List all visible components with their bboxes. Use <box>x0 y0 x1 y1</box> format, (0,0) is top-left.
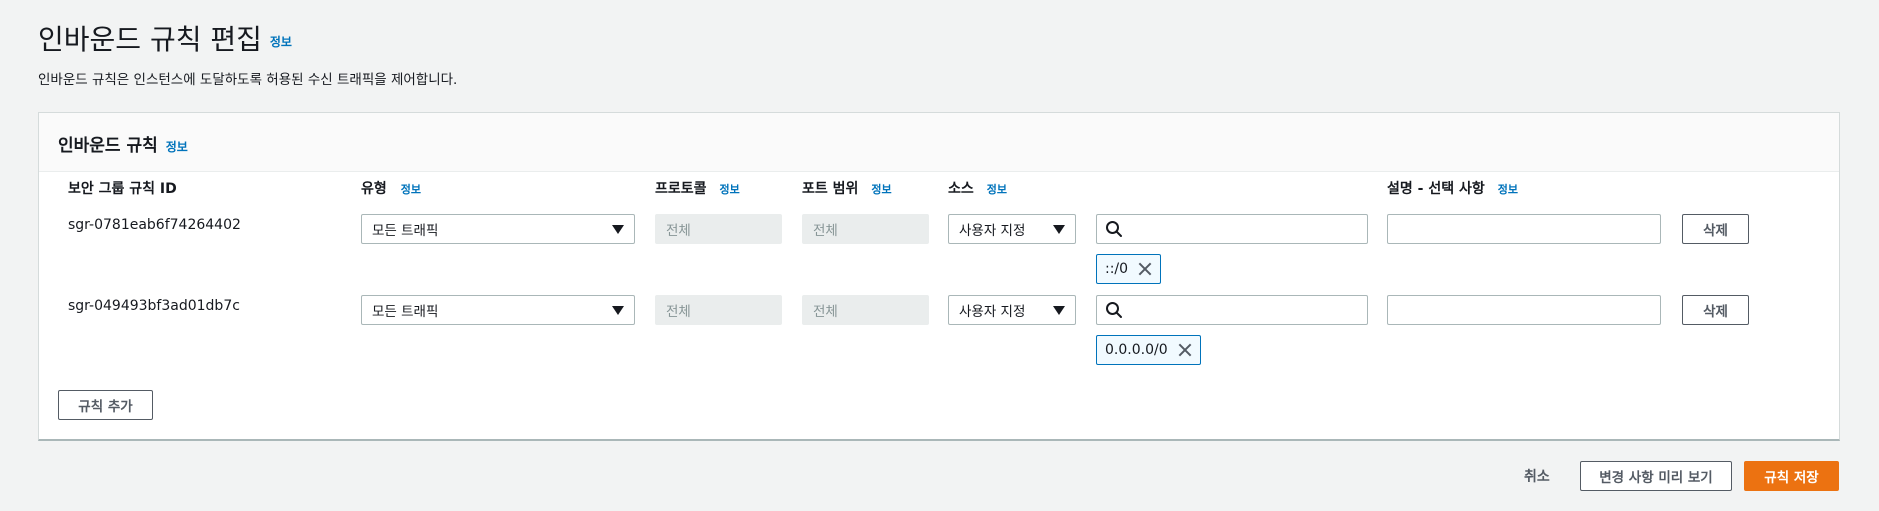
inbound-rules-panel: 인바운드 규칙 정보 보안 그룹 규칙 ID 유형 정보 프로토콜 정보 포트 범위 정… <box>38 112 1840 441</box>
col-header-type: 유형 정보 <box>361 178 421 198</box>
col-header-source: 소스 정보 <box>948 178 1007 198</box>
rule-id: sgr-0781eab6f74264402 <box>68 217 241 233</box>
col-header-protocol-label: 프로토콜 <box>655 181 707 197</box>
preview-changes-button[interactable]: 변경 사항 미리 보기 <box>1580 461 1732 491</box>
col-header-type-label: 유형 <box>361 181 387 197</box>
protocol-field: 전체 <box>655 214 782 244</box>
panel-title: 인바운드 규칙 정보 <box>58 131 188 156</box>
type-select[interactable]: 모든 트래픽 <box>361 214 635 244</box>
source-info-link[interactable]: 정보 <box>987 183 1007 196</box>
description-info-link[interactable]: 정보 <box>1498 183 1518 196</box>
col-header-port-range: 포트 범위 정보 <box>802 178 892 198</box>
description-field[interactable] <box>1387 214 1661 244</box>
source-search-field[interactable] <box>1096 214 1368 244</box>
port-range-field: 전체 <box>802 295 929 325</box>
col-header-source-label: 소스 <box>948 181 974 197</box>
col-header-port-range-label: 포트 범위 <box>802 181 859 197</box>
col-header-rule-id-label: 보안 그룹 규칙 ID <box>68 181 177 197</box>
cancel-button[interactable]: 취소 <box>1524 466 1550 486</box>
caret-down-icon <box>1053 224 1065 234</box>
description-input[interactable] <box>1396 296 1652 324</box>
search-icon <box>1106 221 1122 237</box>
source-token: ::/0 <box>1096 254 1162 284</box>
protocol-info-link[interactable]: 정보 <box>720 183 740 196</box>
panel-info-link[interactable]: 정보 <box>166 140 188 154</box>
save-rules-button[interactable]: 규칙 저장 <box>1744 461 1839 491</box>
source-search-input[interactable] <box>1123 296 1367 324</box>
page-info-link[interactable]: 정보 <box>270 35 292 49</box>
panel-header: 인바운드 규칙 정보 <box>39 113 1839 172</box>
port-range-info-link[interactable]: 정보 <box>871 183 891 196</box>
source-token: 0.0.0.0/0 <box>1096 335 1201 365</box>
source-type-select-value: 사용자 지정 <box>959 223 1026 239</box>
col-header-rule-id: 보안 그룹 규칙 ID <box>68 178 177 198</box>
page-title-text: 인바운드 규칙 편집 <box>38 23 262 56</box>
close-icon[interactable] <box>1178 343 1192 357</box>
page-title: 인바운드 규칙 편집 정보 <box>38 18 292 58</box>
col-header-protocol: 프로토콜 정보 <box>655 178 740 198</box>
delete-rule-button[interactable]: 삭제 <box>1682 214 1749 244</box>
add-rule-button[interactable]: 규칙 추가 <box>58 390 153 420</box>
caret-down-icon <box>612 305 624 315</box>
source-type-select-value: 사용자 지정 <box>959 304 1026 320</box>
delete-rule-button[interactable]: 삭제 <box>1682 295 1749 325</box>
panel-title-text: 인바운드 규칙 <box>58 136 158 156</box>
type-select[interactable]: 모든 트래픽 <box>361 295 635 325</box>
col-header-description-label: 설명 - 선택 사항 <box>1387 181 1485 197</box>
source-search-input[interactable] <box>1123 215 1367 243</box>
close-icon[interactable] <box>1138 262 1152 276</box>
page-description: 인바운드 규칙은 인스턴스에 도달하도록 허용된 수신 트래픽을 제어합니다. <box>38 72 458 88</box>
description-input[interactable] <box>1396 215 1652 243</box>
source-token-label: 0.0.0.0/0 <box>1105 342 1168 358</box>
source-search-field[interactable] <box>1096 295 1368 325</box>
source-type-select[interactable]: 사용자 지정 <box>948 295 1076 325</box>
source-type-select[interactable]: 사용자 지정 <box>948 214 1076 244</box>
port-range-field: 전체 <box>802 214 929 244</box>
type-info-link[interactable]: 정보 <box>401 183 421 196</box>
type-select-value: 모든 트래픽 <box>372 304 439 320</box>
description-field[interactable] <box>1387 295 1661 325</box>
type-select-value: 모든 트래픽 <box>372 223 439 239</box>
source-token-label: ::/0 <box>1105 261 1129 277</box>
col-header-description: 설명 - 선택 사항 정보 <box>1387 178 1518 198</box>
caret-down-icon <box>1053 305 1065 315</box>
search-icon <box>1106 302 1122 318</box>
protocol-field: 전체 <box>655 295 782 325</box>
rule-id: sgr-049493bf3ad01db7c <box>68 298 240 314</box>
caret-down-icon <box>612 224 624 234</box>
